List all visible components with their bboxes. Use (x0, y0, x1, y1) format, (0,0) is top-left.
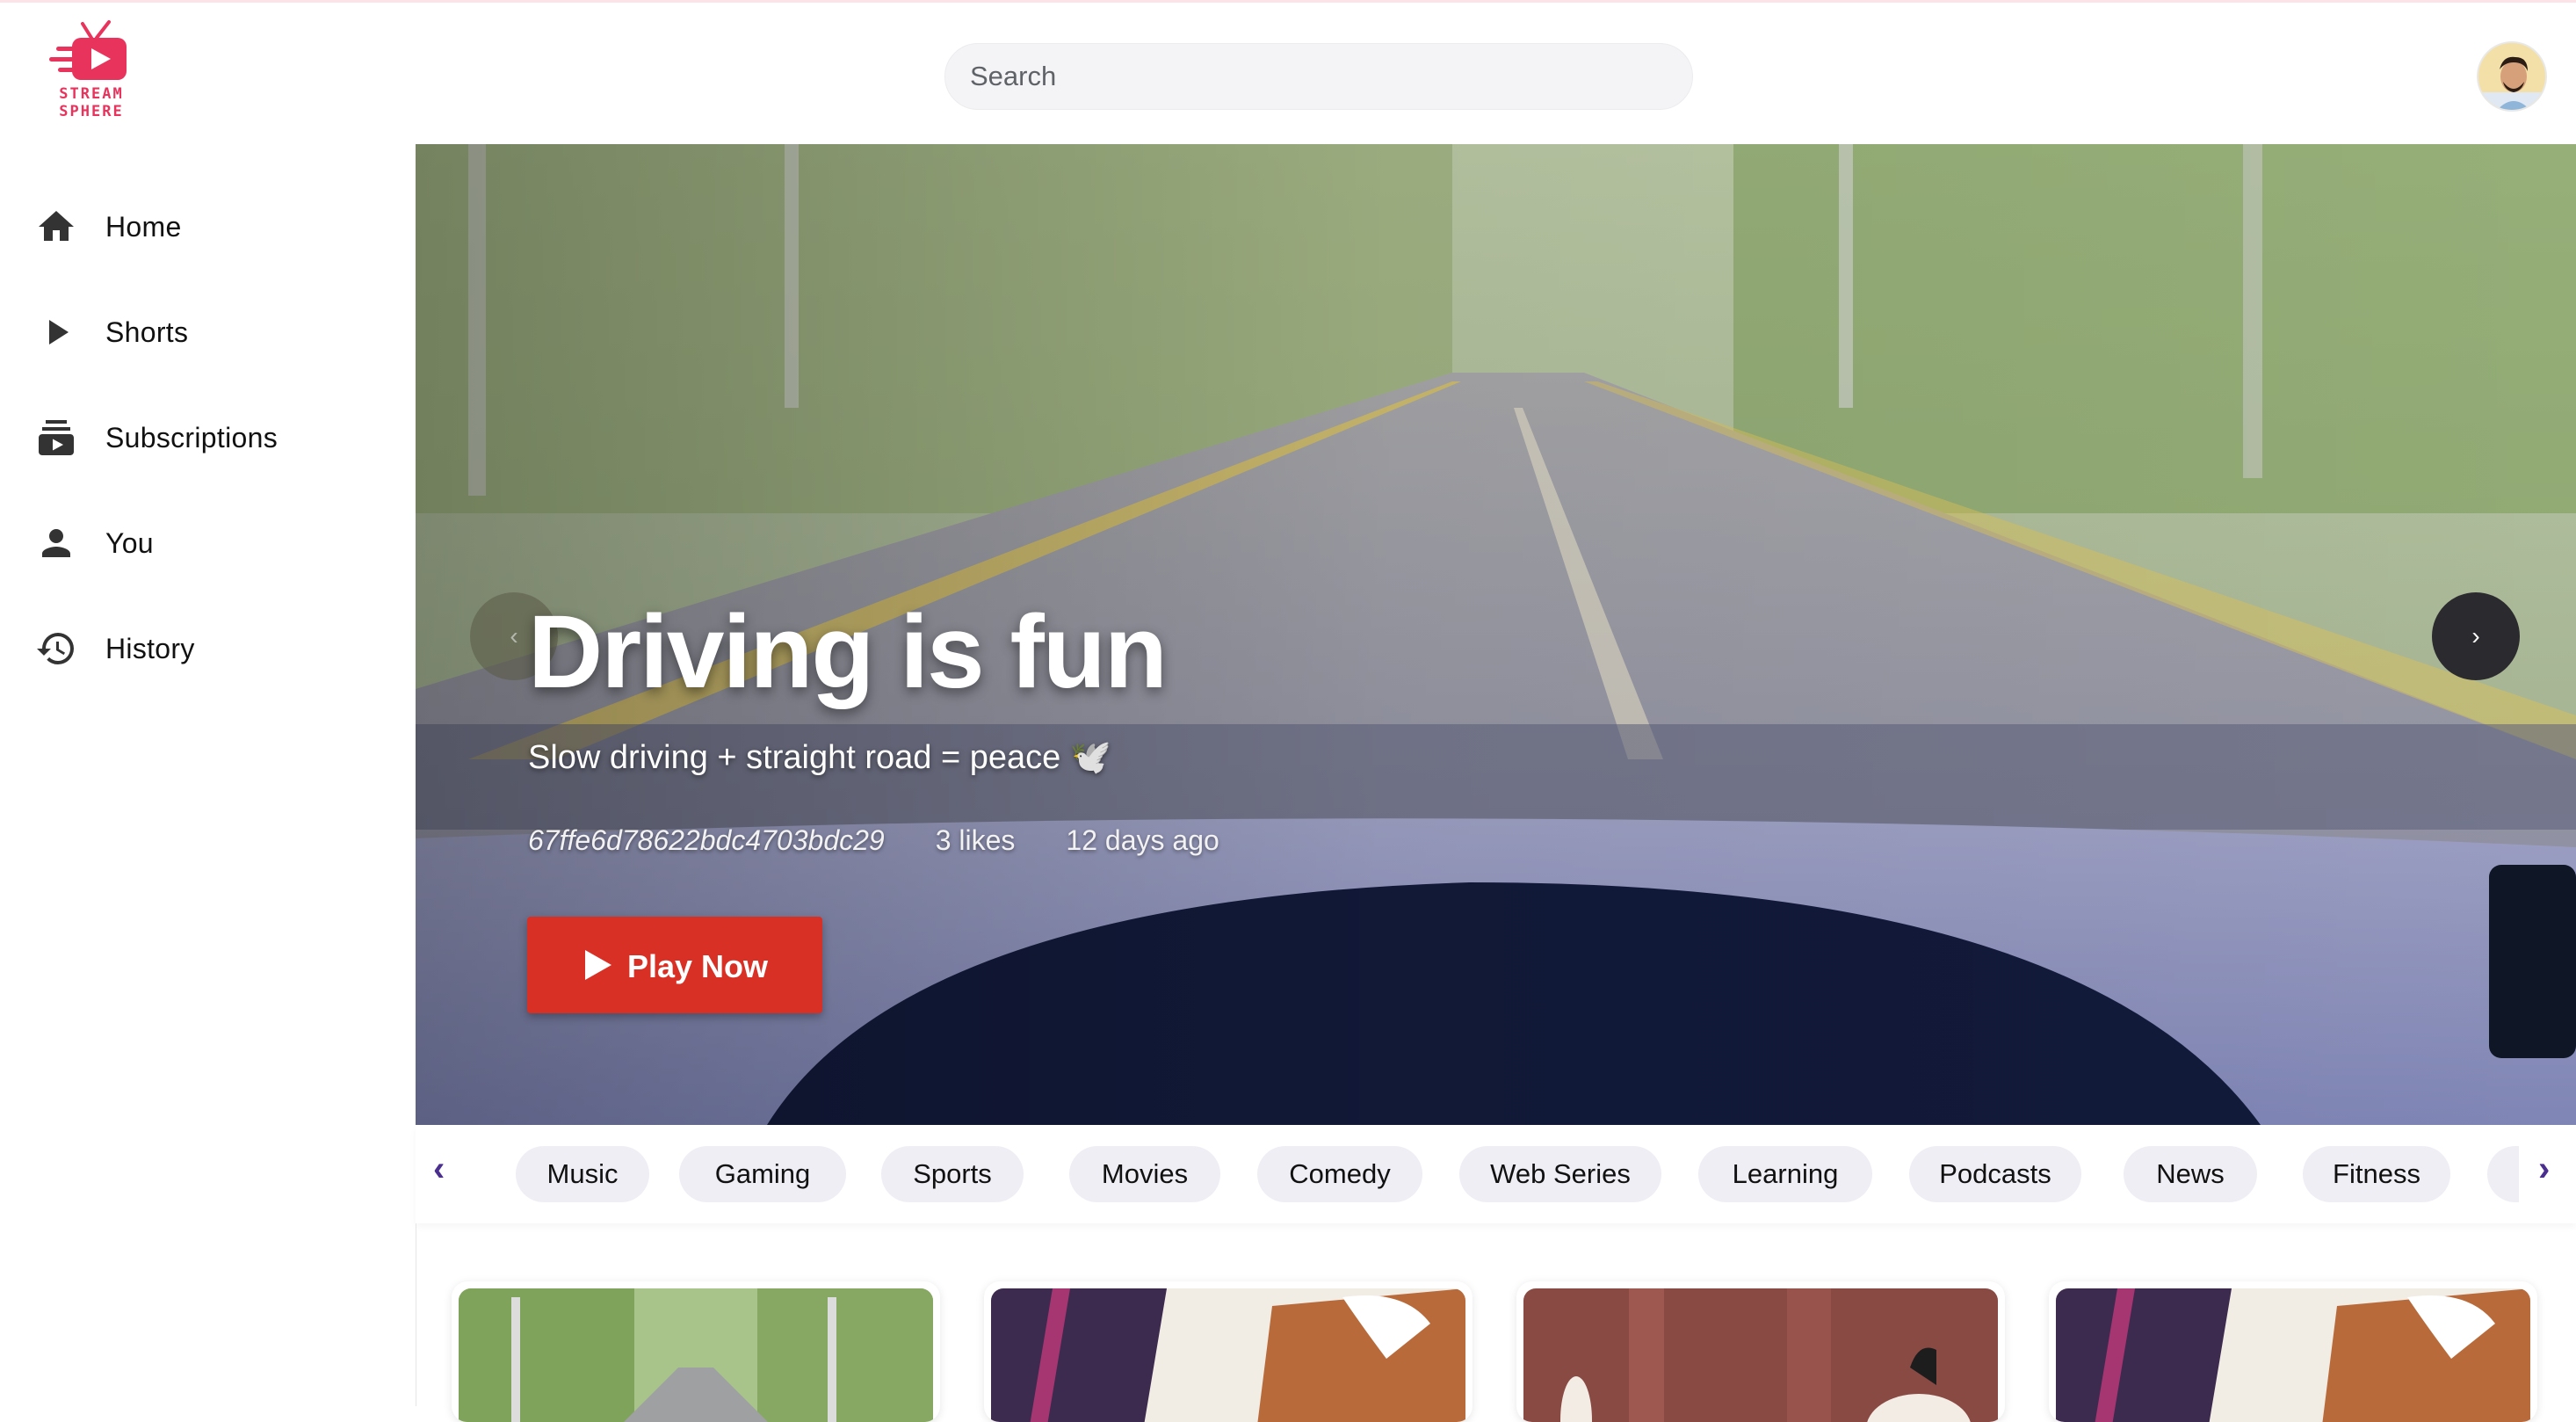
hero-meta: 67ffe6d78622bdc4703bdc29 3 likes 12 days a… (528, 824, 1270, 857)
video-card[interactable] (2049, 1281, 2537, 1422)
logo[interactable]: STREAM SPHERE (46, 18, 137, 127)
history-icon (37, 633, 74, 664)
play-icon (585, 950, 611, 980)
sidebar-item-home[interactable]: Home (0, 183, 415, 271)
category-chip[interactable]: Music (516, 1146, 649, 1202)
hero-likes: 3 likes (935, 824, 1016, 856)
video-card[interactable] (452, 1281, 940, 1422)
sidebar-item-shorts[interactable]: Shorts (0, 288, 415, 376)
category-chip[interactable]: Learning (1698, 1146, 1872, 1202)
sidebar: Home Shorts Subscriptions You History (0, 144, 415, 1406)
play-now-label: Play Now (627, 948, 769, 984)
hero-age: 12 days ago (1066, 824, 1219, 856)
header: STREAM SPHERE (0, 3, 2576, 144)
category-chip[interactable]: News (2124, 1146, 2257, 1202)
category-prev-button[interactable]: ‹ (433, 1150, 445, 1189)
search-input[interactable] (970, 44, 1664, 109)
play-icon (49, 320, 69, 345)
sidebar-item-label: You (105, 527, 154, 559)
video-card[interactable] (984, 1281, 1473, 1422)
category-chip[interactable]: Gaming (679, 1146, 846, 1202)
avatar[interactable] (2477, 41, 2547, 112)
category-chip[interactable]: Comedy (1257, 1146, 1422, 1202)
category-chip[interactable]: Podcasts (1909, 1146, 2081, 1202)
hero-banner: ‹ › Driving is fun Slow driving + straig… (416, 144, 2576, 1125)
sidebar-item-label: Subscriptions (105, 422, 278, 453)
category-chip[interactable]: Fitness (2303, 1146, 2450, 1202)
sidebar-item-label: History (105, 633, 195, 664)
category-chip-partial[interactable] (2487, 1146, 2519, 1202)
sidebar-item-history[interactable]: History (0, 605, 415, 693)
category-chip[interactable]: Sports (881, 1146, 1024, 1202)
subscriptions-icon (39, 420, 74, 455)
sidebar-item-subscriptions[interactable]: Subscriptions (0, 394, 415, 482)
tv-logo-icon (49, 20, 127, 80)
category-chip[interactable]: Movies (1069, 1146, 1220, 1202)
sidebar-item-you[interactable]: You (0, 499, 415, 587)
search-bar[interactable] (944, 43, 1693, 110)
hero-next-button[interactable]: › (2432, 592, 2520, 680)
category-chip[interactable]: Web Series (1459, 1146, 1661, 1202)
home-icon (39, 211, 74, 241)
sidebar-item-label: Home (105, 211, 182, 243)
category-next-button[interactable]: › (2538, 1150, 2550, 1189)
logo-line-2: SPHERE (59, 103, 124, 120)
video-thumbnail (991, 1288, 1465, 1422)
category-bar: ‹ Music Gaming Sports Movies Comedy Web … (416, 1125, 2576, 1223)
hero-subtitle: Slow driving + straight road = peace 🕊️ (528, 739, 1112, 776)
video-thumbnail (459, 1288, 933, 1422)
sidebar-item-label: Shorts (105, 316, 189, 348)
video-grid (416, 1223, 2576, 1422)
play-now-button[interactable]: Play Now (527, 917, 822, 1013)
logo-text: STREAM SPHERE (46, 85, 137, 120)
video-card[interactable] (1516, 1281, 2005, 1422)
hero-title: Driving is fun (528, 594, 1168, 710)
logo-line-1: STREAM (59, 85, 124, 103)
video-thumbnail (2056, 1288, 2530, 1422)
user-avatar-icon (2478, 43, 2545, 110)
person-icon (42, 529, 70, 557)
hero-video-id: 67ffe6d78622bdc4703bdc29 (528, 824, 885, 856)
video-thumbnail (1523, 1288, 1998, 1422)
